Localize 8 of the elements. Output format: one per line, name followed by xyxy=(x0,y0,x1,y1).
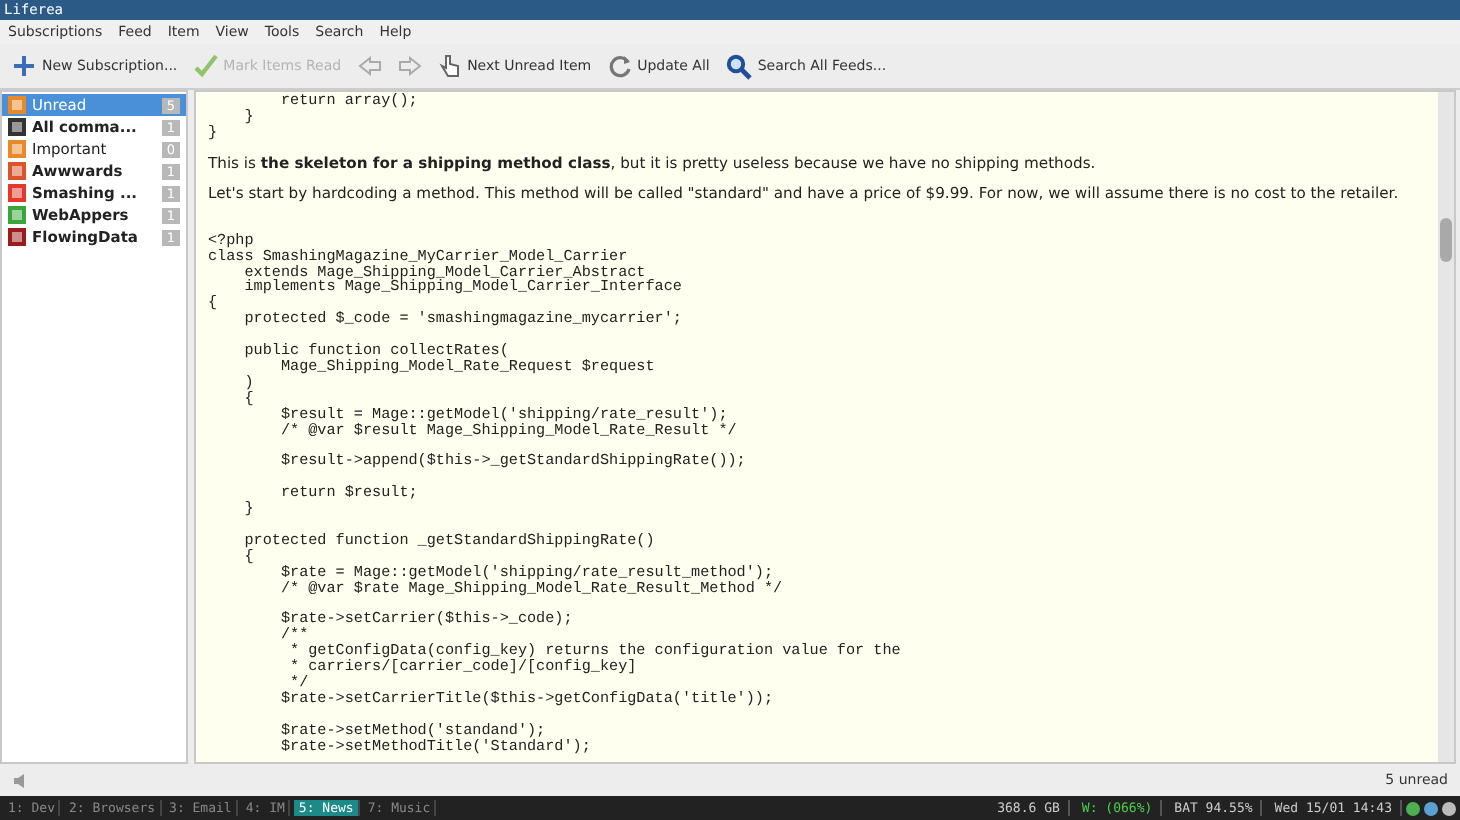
left-arrow-icon xyxy=(357,54,382,78)
scrollbar[interactable] xyxy=(1438,92,1454,762)
checkmark-icon xyxy=(193,54,218,78)
search-icon xyxy=(725,53,752,79)
refresh-icon xyxy=(607,54,632,78)
plus-icon xyxy=(12,54,36,78)
hand-pointer-icon xyxy=(437,54,462,78)
right-arrow-icon xyxy=(397,54,422,78)
